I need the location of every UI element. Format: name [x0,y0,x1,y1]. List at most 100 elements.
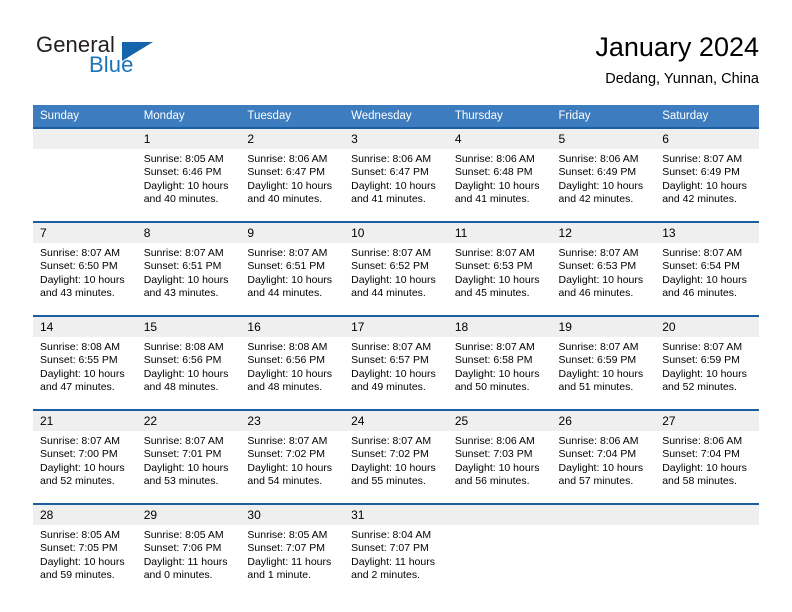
day-detail-line: and 40 minutes. [143,193,219,206]
day-cell[interactable]: Sunrise: 8:07 AM Sunset: 7:00 PM Daylight:… [33,431,137,503]
day-detail-line: and 49 minutes. [351,381,426,394]
day-cell[interactable]: Sunrise: 8:08 AM Sunset: 6:55 PM Daylight:… [33,337,137,409]
day-cell[interactable]: Sunrise: 8:07 AM Sunset: 6:50 PM Daylight:… [33,243,137,315]
day-number[interactable]: 17 [344,317,448,337]
day-number[interactable]: 25 [447,411,552,431]
day-cell[interactable]: Sunrise: 8:06 AM Sunset: 6:47 PM Daylight:… [344,149,448,221]
day-cell[interactable]: Sunrise: 8:08 AM Sunset: 6:56 PM Daylight:… [240,337,345,409]
day-number[interactable]: 22 [136,411,241,431]
day-number[interactable]: 26 [551,411,656,431]
week-detail-row: Sunrise: 8:05 AM Sunset: 7:05 PM Daylight:… [33,525,759,597]
day-detail-line: Daylight: 10 hours [558,461,644,474]
day-number[interactable]: 9 [240,223,345,243]
day-detail-line: and 2 minutes. [351,569,420,582]
day-cell[interactable]: Sunrise: 8:07 AM Sunset: 6:52 PM Daylight:… [344,243,448,315]
day-detail-line: Sunset: 6:56 PM [143,354,222,367]
day-cell[interactable]: Sunrise: 8:07 AM Sunset: 6:57 PM Daylight:… [344,337,448,409]
day-cell[interactable]: Sunrise: 8:07 AM Sunset: 7:01 PM Daylight:… [136,431,241,503]
week-detail-row: Sunrise: 8:07 AM Sunset: 6:50 PM Daylight:… [33,243,759,315]
day-cell[interactable]: Sunrise: 8:04 AM Sunset: 7:07 PM Daylight:… [344,525,448,597]
day-detail-line: Sunrise: 8:07 AM [351,341,432,353]
day-number[interactable]: 2 [240,129,345,149]
day-cell[interactable]: Sunrise: 8:05 AM Sunset: 7:06 PM Daylight:… [136,525,241,597]
day-detail-line: Sunset: 7:01 PM [143,448,222,461]
dayname-thursday: Thursday [447,105,552,127]
general-blue-logo[interactable]: General Blue [33,30,333,90]
calendar-page: General Blue January 2024 Dedang, Yunnan… [0,0,792,612]
day-number[interactable]: 18 [447,317,552,337]
day-number[interactable]: 27 [655,411,759,431]
day-number[interactable]: 13 [655,223,759,243]
day-cell[interactable]: Sunrise: 8:07 AM Sunset: 6:49 PM Daylight:… [655,149,759,221]
day-number[interactable]: 28 [33,505,137,525]
day-detail-line: Sunset: 6:55 PM [40,354,118,367]
day-number[interactable]: 12 [551,223,656,243]
day-number[interactable]: 16 [240,317,345,337]
day-number[interactable]: 5 [551,129,656,149]
day-cell[interactable]: Sunrise: 8:07 AM Sunset: 6:54 PM Daylight:… [655,243,759,315]
day-number[interactable]: 10 [344,223,448,243]
day-cell[interactable]: Sunrise: 8:05 AM Sunset: 7:07 PM Daylight:… [240,525,345,597]
day-cell[interactable]: Sunrise: 8:07 AM Sunset: 6:58 PM Daylight:… [447,337,552,409]
day-number[interactable]: 8 [136,223,241,243]
day-number[interactable]: 14 [33,317,137,337]
day-detail-line: Sunrise: 8:08 AM [247,341,328,353]
day-cell[interactable]: Sunrise: 8:08 AM Sunset: 6:56 PM Daylight:… [136,337,241,409]
day-detail-line: Daylight: 10 hours [662,179,747,192]
week-daynumber-row: 123456 [33,129,759,149]
day-number[interactable]: 6 [655,129,759,149]
day-detail-line: Daylight: 10 hours [143,367,229,380]
day-cell[interactable]: Sunrise: 8:06 AM Sunset: 7:03 PM Daylight:… [447,431,552,503]
day-number[interactable]: 11 [447,223,552,243]
day-cell[interactable]: Sunrise: 8:07 AM Sunset: 6:59 PM Daylight:… [655,337,759,409]
day-number[interactable]: 29 [136,505,241,525]
day-detail-line: Sunset: 6:56 PM [247,354,326,367]
day-number[interactable]: 4 [447,129,552,149]
day-number[interactable]: 31 [344,505,448,525]
dayname-friday: Friday [551,105,656,127]
day-number[interactable]: 19 [551,317,656,337]
day-cell[interactable]: Sunrise: 8:07 AM Sunset: 6:51 PM Daylight:… [240,243,345,315]
day-number[interactable]: 3 [344,129,448,149]
day-number[interactable]: 7 [33,223,137,243]
day-cell[interactable]: Sunrise: 8:07 AM Sunset: 7:02 PM Daylight:… [240,431,345,503]
day-detail-line: Daylight: 10 hours [40,273,125,286]
day-number[interactable]: 30 [240,505,345,525]
dayname-wednesday: Wednesday [344,105,448,127]
day-cell[interactable]: Sunrise: 8:07 AM Sunset: 6:53 PM Daylight:… [447,243,552,315]
day-cell[interactable]: Sunrise: 8:07 AM Sunset: 6:59 PM Daylight:… [551,337,656,409]
day-cell[interactable]: Sunrise: 8:06 AM Sunset: 6:47 PM Daylight:… [240,149,345,221]
day-detail-line: Sunset: 7:07 PM [247,542,326,555]
week-daynumber-row: 14 15 16 17 18 19 20 [33,317,759,337]
day-cell[interactable]: Sunrise: 8:07 AM Sunset: 7:02 PM Daylight:… [344,431,448,503]
day-detail-line: and 51 minutes. [558,381,634,394]
day-detail-line: Sunrise: 8:06 AM [662,435,743,447]
day-cell[interactable]: Sunrise: 8:06 AM Sunset: 7:04 PM Daylight:… [551,431,656,503]
day-cell-empty [33,149,137,221]
day-detail-line: Sunset: 6:51 PM [247,260,326,273]
day-cell[interactable]: Sunrise: 8:06 AM Sunset: 6:48 PM Daylight:… [447,149,552,221]
day-number[interactable]: 20 [655,317,759,337]
day-cell[interactable]: Sunrise: 8:07 AM Sunset: 6:53 PM Daylight:… [551,243,656,315]
day-number[interactable]: 15 [136,317,241,337]
day-number[interactable]: 24 [344,411,448,431]
day-cell[interactable]: Sunrise: 8:06 AM Sunset: 6:49 PM Daylight:… [551,149,656,221]
day-detail-line: Sunset: 6:59 PM [558,354,637,367]
day-cell[interactable]: Sunrise: 8:06 AM Sunset: 7:04 PM Daylight:… [655,431,759,503]
title-block: January 2024 Dedang, Yunnan, China [339,30,759,90]
week-detail-row: Sunrise: 8:05 AM Sunset: 6:46 PM Daylight:… [33,149,759,221]
day-number[interactable]: 1 [136,129,241,149]
day-detail-line: Daylight: 10 hours [558,179,644,192]
day-detail-line: and 57 minutes. [558,475,634,488]
day-number[interactable]: 23 [240,411,345,431]
day-detail-line: and 40 minutes. [247,193,323,206]
day-detail-line: Daylight: 10 hours [351,273,436,286]
day-cell[interactable]: Sunrise: 8:07 AM Sunset: 6:51 PM Daylight:… [136,243,241,315]
page-subtitle-location: Dedang, Yunnan, China [605,71,759,87]
day-detail-line: Sunset: 6:57 PM [351,354,429,367]
day-detail-line: Sunrise: 8:07 AM [558,247,639,259]
day-cell[interactable]: Sunrise: 8:05 AM Sunset: 6:46 PM Daylight:… [136,149,241,221]
day-number[interactable]: 21 [33,411,137,431]
day-cell[interactable]: Sunrise: 8:05 AM Sunset: 7:05 PM Daylight:… [33,525,137,597]
day-detail-line: and 55 minutes. [351,475,426,488]
